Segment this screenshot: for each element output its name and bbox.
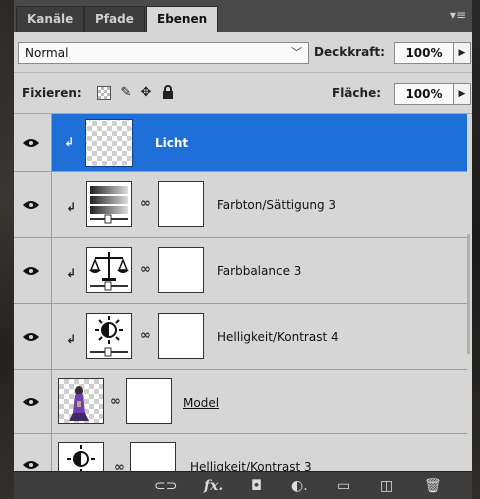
lock-position-icon[interactable]: ✥ [138, 85, 154, 101]
opacity-field[interactable]: 100% [394, 42, 454, 64]
eye-icon[interactable] [23, 266, 39, 276]
mask-link-icon[interactable]: ∞ [140, 262, 151, 277]
layer-name[interactable]: Helligkeit/Kontrast 4 [217, 330, 339, 344]
blend-opacity-row: Normal ﹀ Deckkraft: 100% ▶ [14, 32, 472, 73]
brightness-contrast-adjustment-icon[interactable] [58, 442, 104, 471]
layer-name[interactable]: Helligkeit/Kontrast 3 [190, 460, 312, 471]
clipping-arrow-icon: ↲ [66, 200, 77, 214]
canvas-background-right [472, 0, 480, 499]
model-image[interactable] [58, 378, 104, 424]
layer-name[interactable]: Farbton/Sättigung 3 [217, 198, 336, 212]
layers-bottom-toolbar: ⊂⊃ fx. ◘ ◐. ▭ ◫ 🗑 [14, 471, 472, 499]
lock-transparent-pixels-icon[interactable] [97, 86, 111, 100]
lock-label: Fixieren: [22, 86, 82, 100]
add-mask-icon[interactable]: ◘ [251, 478, 262, 494]
opacity-slider-arrow-icon[interactable]: ▶ [453, 42, 471, 64]
clipping-arrow-icon: ↲ [64, 135, 75, 149]
layer-row-brightness-contrast-3[interactable]: ∞ Helligkeit/Kontrast 3 [14, 434, 467, 471]
mask-link-icon[interactable]: ∞ [110, 394, 121, 409]
visibility-cell[interactable] [14, 238, 52, 303]
link-layers-icon[interactable]: ⊂⊃ [154, 478, 177, 494]
lock-image-pixels-icon[interactable]: ✎ [118, 85, 134, 101]
visibility-cell[interactable] [14, 370, 52, 433]
new-layer-icon[interactable]: ◫ [380, 478, 393, 494]
clipping-arrow-icon: ↲ [66, 266, 77, 280]
layers-panel: Kanäle Pfade Ebenen ▾≡ Normal ﹀ Deckkraf… [14, 0, 472, 499]
tab-channels[interactable]: Kanäle [16, 6, 85, 32]
fill-label: Fläche: [332, 86, 382, 100]
eye-icon[interactable] [23, 397, 39, 407]
layer-mask-thumbnail[interactable] [158, 181, 204, 227]
fill-field[interactable]: 100% [394, 83, 454, 105]
layer-row-brightness-contrast-4[interactable]: ↲ ∞ Helligkeit/Kontrast 4 [14, 304, 467, 370]
brightness-contrast-adjustment-icon[interactable] [86, 313, 132, 359]
fx-layer-style-icon[interactable]: fx. [204, 478, 223, 494]
eye-icon[interactable] [23, 138, 39, 148]
visibility-cell[interactable] [14, 172, 52, 237]
delete-layer-icon[interactable]: 🗑 [424, 478, 442, 494]
canvas-background-left [0, 0, 14, 499]
blend-mode-value: Normal [25, 46, 69, 60]
tab-layers[interactable]: Ebenen [146, 6, 219, 32]
mask-link-icon[interactable]: ∞ [140, 328, 151, 343]
visibility-cell[interactable] [14, 434, 52, 471]
layer-name[interactable]: Model [183, 396, 219, 410]
layer-row-model[interactable]: ∞ Model [14, 370, 467, 434]
mask-link-icon[interactable]: ∞ [114, 460, 125, 471]
lock-all-icon[interactable] [160, 85, 176, 101]
clipping-arrow-icon: ↲ [66, 332, 77, 346]
eye-icon[interactable] [23, 460, 39, 470]
layer-thumbnail[interactable] [85, 119, 133, 167]
tab-paths[interactable]: Pfade [84, 6, 145, 32]
opacity-label: Deckkraft: [314, 45, 385, 59]
layer-mask-thumbnail[interactable] [158, 247, 204, 293]
layer-mask-thumbnail[interactable] [158, 313, 204, 359]
layer-row-hue-saturation[interactable]: ↲ ∞ Farbton/Sättigung 3 [14, 172, 467, 238]
blend-mode-select[interactable]: Normal ﹀ [18, 42, 309, 64]
layer-row-licht[interactable]: ↲ Licht [14, 114, 467, 172]
eye-icon[interactable] [23, 200, 39, 210]
lock-fill-row: Fixieren: ✎ ✥ Fläche: 100% ▶ [14, 73, 472, 114]
panel-tab-bar: Kanäle Pfade Ebenen ▾≡ [14, 0, 472, 32]
chevron-down-icon: ﹀ [291, 46, 302, 59]
layer-mask-thumbnail[interactable] [130, 442, 176, 471]
mask-link-icon[interactable]: ∞ [140, 196, 151, 211]
eye-icon[interactable] [23, 332, 39, 342]
layer-name[interactable]: Licht [155, 136, 188, 150]
hue-saturation-adjustment-icon[interactable] [86, 181, 132, 227]
layer-list-scrollbar[interactable] [467, 234, 470, 354]
layer-list: ↲ Licht ↲ ∞ Farbton/Sättigung 3 ↲ ∞ Farb… [14, 114, 472, 471]
new-group-icon[interactable]: ▭ [337, 478, 350, 494]
visibility-cell[interactable] [14, 114, 52, 171]
layer-name[interactable]: Farbbalance 3 [217, 264, 301, 278]
panel-menu-icon[interactable]: ▾≡ [450, 8, 466, 22]
visibility-cell[interactable] [14, 304, 52, 369]
fill-slider-arrow-icon[interactable]: ▶ [453, 83, 471, 105]
new-adjustment-layer-icon[interactable]: ◐. [291, 478, 308, 494]
layer-mask-thumbnail[interactable] [126, 378, 172, 424]
color-balance-adjustment-icon[interactable] [86, 247, 132, 293]
layer-row-color-balance[interactable]: ↲ ∞ Farbbalance 3 [14, 238, 467, 304]
